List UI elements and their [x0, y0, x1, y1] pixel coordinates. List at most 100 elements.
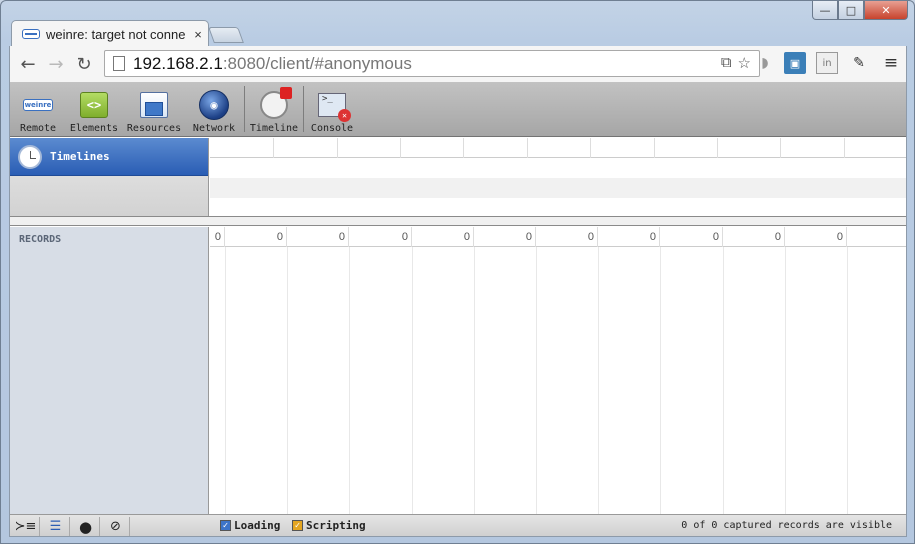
inspector-statusbar: ≻≡ ☰ ● ⊘ ✓ Loading ✓ Scripting 0 of 0 ca…: [10, 514, 906, 536]
toolbar-label: Resources: [126, 123, 182, 134]
filter-loading[interactable]: ✓ Loading: [220, 519, 280, 532]
records-timeline[interactable]: 00000000000: [210, 227, 906, 514]
filter-label: Scripting: [306, 519, 366, 532]
grid-line: [536, 247, 537, 514]
timeline-overview-sidebar: Timelines: [10, 138, 209, 216]
ruler-label: 0: [287, 227, 349, 247]
ruler-label: 0: [598, 227, 660, 247]
toolbar-elements[interactable]: <> Elements: [66, 82, 122, 137]
ruler-tick: [337, 138, 338, 158]
dock-toggle-icon[interactable]: ≻≡: [12, 517, 40, 536]
timeline-icon: [260, 87, 292, 119]
toolbar-console[interactable]: >_ Console: [306, 82, 358, 137]
ruler-label: 0: [210, 227, 225, 247]
bookmark-star-icon[interactable]: ☆: [738, 54, 751, 72]
grid-line: [225, 247, 226, 514]
grid-line: [474, 247, 475, 514]
ruler-label: 0: [474, 227, 536, 247]
forward-button[interactable]: →: [42, 50, 70, 78]
browser-toolbar: ← → ↻ 192.168.2.1 :8080/client/#anonymou…: [9, 46, 907, 82]
minimize-button[interactable]: —: [812, 1, 838, 20]
toolbar-timeline[interactable]: Timeline: [247, 82, 301, 137]
extension-leaf-icon[interactable]: ◗: [754, 52, 776, 74]
records-sidebar: RECORDS: [10, 227, 209, 514]
overview-band: [210, 178, 906, 198]
filter-label: Loading: [234, 519, 281, 532]
grid-line: [349, 247, 350, 514]
ruler-label: 0: [536, 227, 598, 247]
checkbox-icon[interactable]: ✓: [220, 520, 231, 531]
records-summary: 0 of 0 captured records are visible: [681, 520, 892, 531]
ruler-label: 0: [785, 227, 847, 247]
window-controls: — □ ✕: [812, 1, 908, 20]
ruler-tick: [273, 138, 274, 158]
address-host: 192.168.2.1: [133, 53, 223, 73]
grid-line: [785, 247, 786, 514]
console-icon: >_: [318, 93, 351, 122]
grid-line: [660, 247, 661, 514]
ruler-tick: [590, 138, 591, 158]
clear-button-icon[interactable]: ⊘: [102, 517, 130, 536]
ruler-tick: [654, 138, 655, 158]
checkbox-icon[interactable]: ✓: [292, 520, 303, 531]
maximize-button[interactable]: □: [838, 1, 864, 20]
record-button-icon[interactable]: ●: [72, 517, 100, 536]
ruler-tick: [844, 138, 845, 158]
grid-line: [598, 247, 599, 514]
resources-icon: [140, 92, 168, 118]
ruler-tick: [780, 138, 781, 158]
elements-icon: <>: [80, 92, 108, 118]
extension-screen-icon[interactable]: ▣: [784, 52, 806, 74]
ruler-label: 0: [225, 227, 287, 247]
browser-tab[interactable]: weinre: target not conne ×: [11, 20, 209, 47]
toolbar-label: Network: [192, 123, 236, 134]
close-window-button[interactable]: ✕: [864, 1, 908, 20]
overview-toggle-icon[interactable]: ☰: [42, 517, 70, 536]
reload-button[interactable]: ↻: [70, 50, 98, 78]
overview-item-timelines[interactable]: Timelines: [10, 138, 208, 176]
ruler-label: 0: [723, 227, 785, 247]
filter-scripting[interactable]: ✓ Scripting: [292, 519, 366, 532]
extension-linkedin-icon[interactable]: in: [816, 52, 838, 74]
browser-window: — □ ✕ weinre: target not conne × ← → ↻ 1…: [0, 0, 915, 544]
records-ruler: 00000000000: [210, 227, 906, 247]
timeline-overview[interactable]: [210, 138, 906, 216]
toolbar-label: Timeline: [249, 123, 299, 134]
menu-icon[interactable]: ≡: [880, 52, 902, 74]
records-header: RECORDS: [19, 234, 62, 245]
toolbar-network[interactable]: ◉ Network: [186, 82, 242, 137]
toolbar-separator: [244, 86, 245, 132]
weinre-remote-icon: weinre: [23, 99, 53, 111]
weinre-favicon-icon: [22, 29, 40, 39]
inspector-toolbar: weinre Remote <> Elements Resources ◉ Ne…: [10, 82, 906, 137]
address-bar[interactable]: 192.168.2.1 :8080/client/#anonymous ⧉ ☆: [104, 50, 760, 77]
ruler-tick: [527, 138, 528, 158]
grid-line: [287, 247, 288, 514]
tab-title: weinre: target not conne: [46, 26, 186, 42]
overview-ruler: [210, 138, 906, 158]
address-path: :8080/client/#anonymous: [222, 53, 412, 73]
split-divider[interactable]: [10, 216, 906, 226]
toolbar-label: Elements: [69, 123, 119, 134]
ruler-label: 0: [412, 227, 474, 247]
back-button[interactable]: ←: [14, 50, 42, 78]
grid-line: [723, 247, 724, 514]
toolbar-remote[interactable]: weinre Remote: [10, 82, 66, 137]
page-icon: [113, 56, 125, 71]
clock-icon: [18, 144, 42, 169]
web-inspector: weinre Remote <> Elements Resources ◉ Ne…: [9, 82, 907, 537]
overview-item-label: Timelines: [50, 150, 110, 163]
evernote-icon[interactable]: ✎: [848, 52, 870, 74]
new-tab-button[interactable]: [208, 27, 244, 43]
toolbar-separator: [303, 86, 304, 132]
grid-line: [412, 247, 413, 514]
toolbar-resources[interactable]: Resources: [122, 82, 186, 137]
ruler-tick: [400, 138, 401, 158]
toolbar-label: Remote: [19, 123, 57, 134]
translate-icon[interactable]: ⧉: [721, 54, 732, 72]
ruler-tick: [717, 138, 718, 158]
tab-close-icon[interactable]: ×: [188, 27, 208, 42]
grid-line: [847, 247, 848, 514]
toolbar-label: Console: [310, 123, 354, 134]
ruler-label: 0: [660, 227, 723, 247]
